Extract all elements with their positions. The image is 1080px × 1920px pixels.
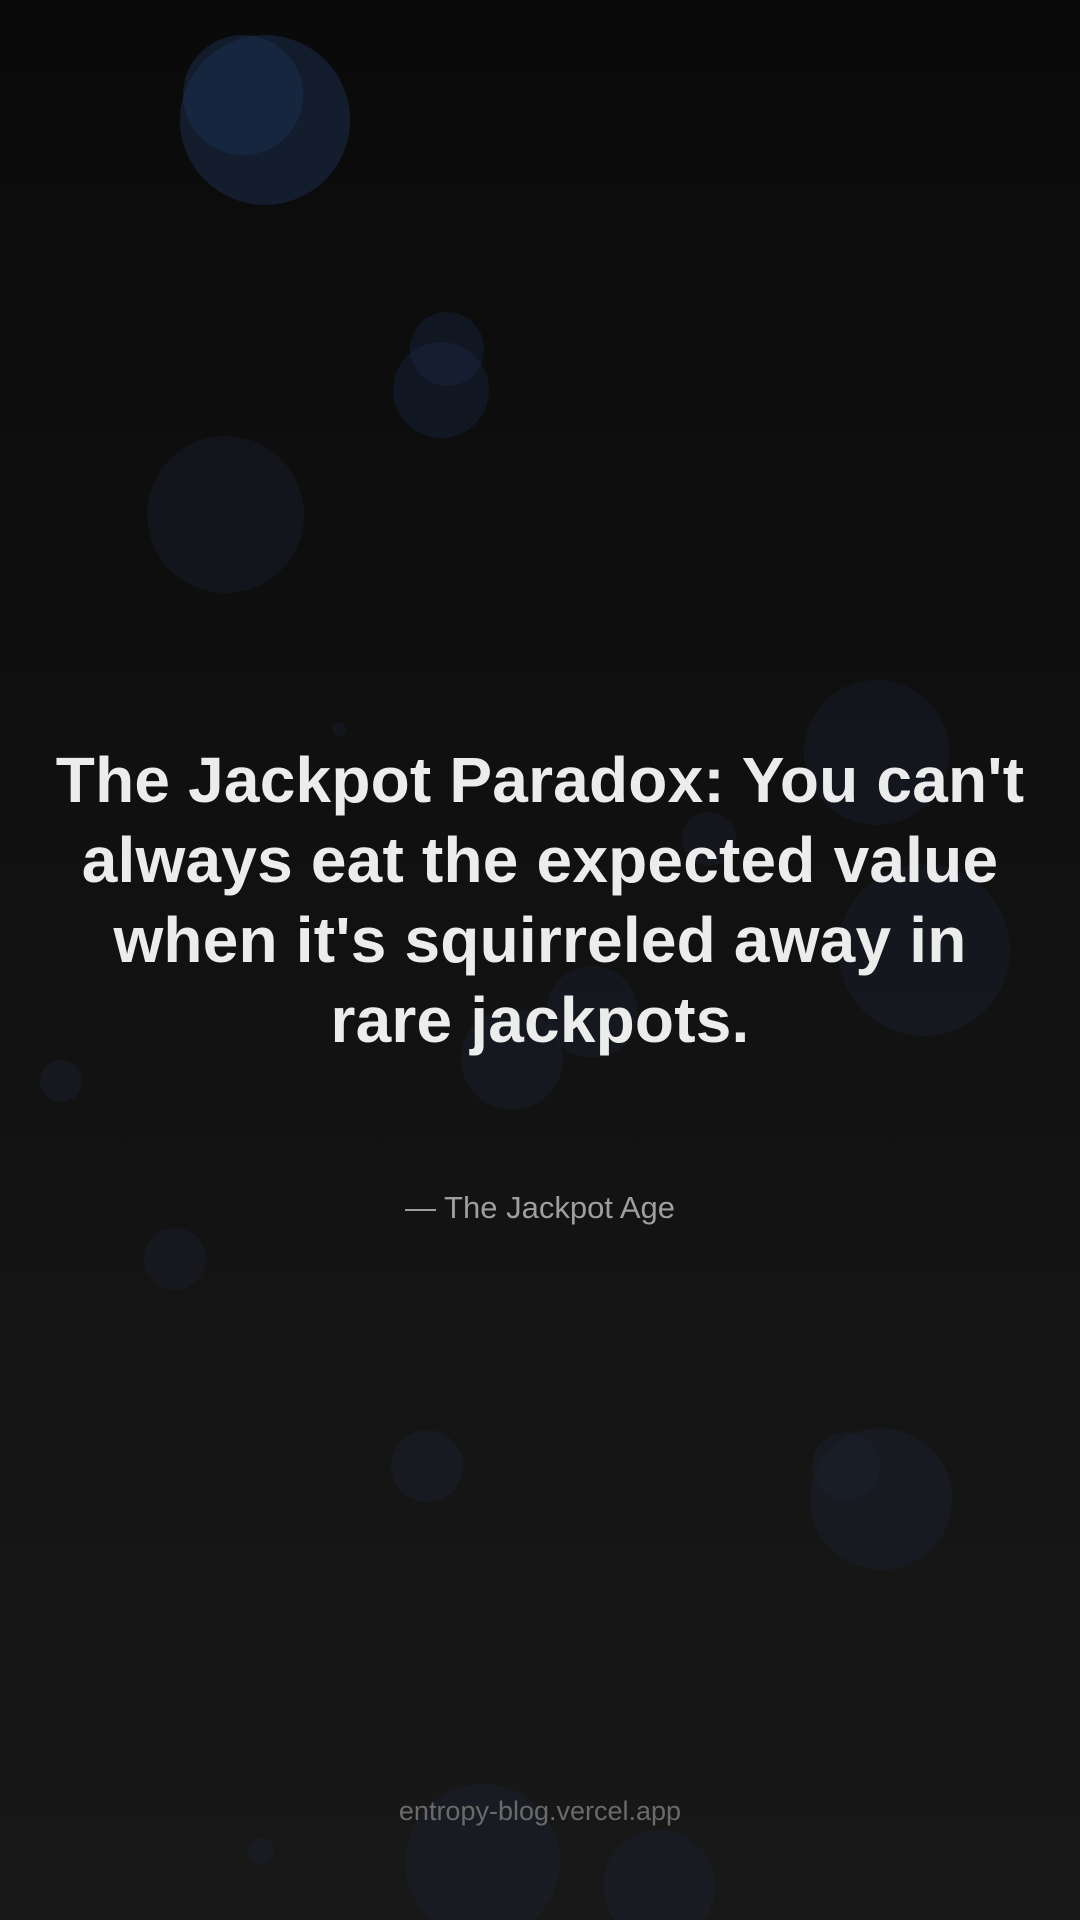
decorative-bubble bbox=[332, 722, 346, 736]
quote-attribution: — The Jackpot Age bbox=[405, 1190, 675, 1225]
quote-text: The Jackpot Paradox: You can't always ea… bbox=[55, 744, 1025, 1056]
quote-card: The Jackpot Paradox: You can't always ea… bbox=[0, 0, 1080, 1920]
decorative-bubble bbox=[40, 1060, 82, 1102]
decorative-bubble bbox=[393, 342, 489, 438]
decorative-bubble bbox=[144, 1228, 206, 1290]
decorative-bubble bbox=[248, 1838, 274, 1864]
decorative-bubble bbox=[603, 1830, 715, 1920]
decorative-bubble bbox=[812, 1432, 880, 1500]
decorative-bubble bbox=[391, 1430, 463, 1502]
footer-url: entropy-blog.vercel.app bbox=[398, 1796, 682, 1826]
decorative-bubble bbox=[183, 35, 303, 155]
decorative-bubble bbox=[147, 436, 304, 593]
